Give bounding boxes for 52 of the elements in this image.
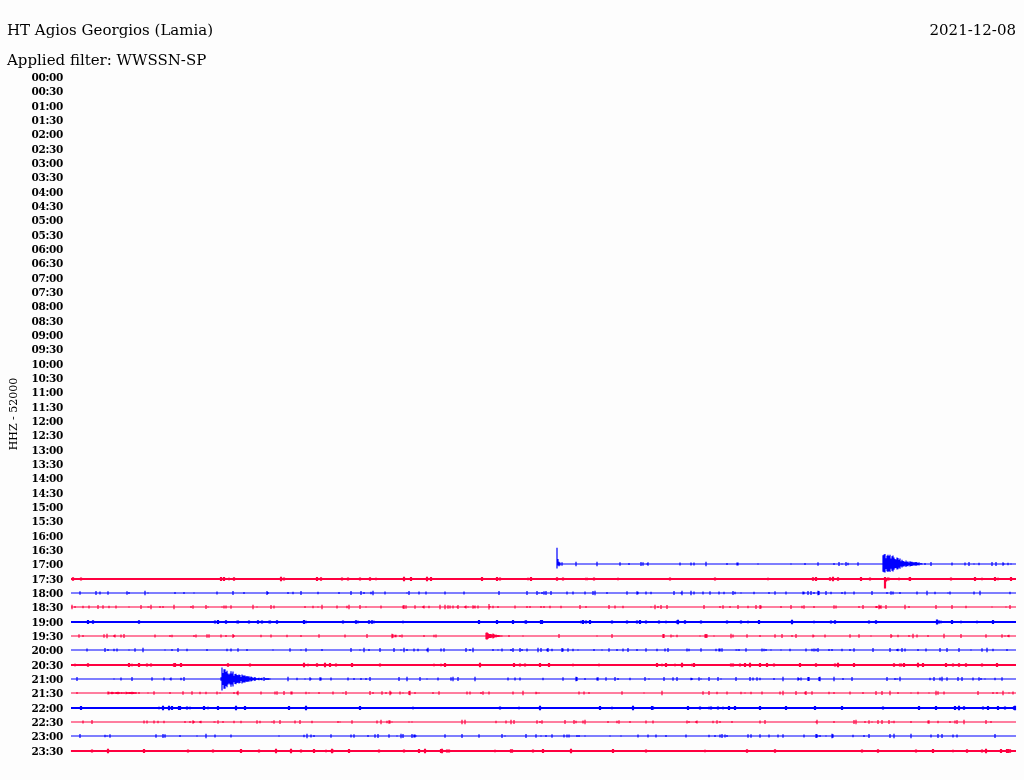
time-label: 19:30 — [30, 629, 63, 642]
time-label: 08:00 — [30, 300, 63, 313]
time-label: 05:00 — [30, 214, 63, 227]
time-label: 07:00 — [30, 271, 63, 284]
time-label: 11:00 — [30, 386, 63, 399]
time-label: 07:30 — [30, 286, 63, 299]
time-label: 03:00 — [30, 157, 63, 170]
time-label: 15:30 — [30, 515, 63, 528]
time-label: 01:30 — [30, 114, 63, 127]
time-label: 14:30 — [30, 486, 63, 499]
time-label: 06:00 — [30, 243, 63, 256]
time-label: 16:30 — [30, 544, 63, 556]
time-label: 18:30 — [30, 601, 63, 614]
time-label: 10:30 — [30, 372, 63, 385]
time-label: 02:30 — [30, 142, 63, 155]
date-label: 2021-12-08 — [929, 20, 1016, 40]
time-label: 11:30 — [30, 400, 63, 413]
time-label: 21:00 — [30, 672, 63, 685]
time-label: 09:30 — [30, 343, 63, 356]
time-label: 03:30 — [30, 171, 63, 184]
time-label: 14:00 — [30, 472, 63, 485]
time-label: 13:00 — [30, 443, 63, 456]
time-label: 17:30 — [30, 572, 63, 585]
time-label: 21:30 — [30, 687, 63, 700]
time-label: 20:30 — [30, 658, 63, 671]
time-label: 04:30 — [30, 200, 63, 213]
time-label: 18:00 — [30, 586, 63, 599]
time-label: 13:30 — [30, 458, 63, 470]
time-label: 09:00 — [30, 329, 63, 342]
time-label: 16:00 — [30, 529, 63, 542]
station-title: HT Agios Georgios (Lamia) — [7, 20, 214, 40]
time-label: 19:00 — [30, 615, 63, 628]
channel-label: HHZ - 52000 — [8, 377, 20, 451]
time-label: 15:00 — [30, 501, 63, 513]
time-label: 02:00 — [30, 128, 63, 141]
time-label: 23:30 — [30, 744, 63, 757]
time-label: 10:00 — [30, 357, 63, 370]
time-label: 20:00 — [30, 644, 63, 657]
time-label: 00:00 — [30, 71, 63, 84]
time-label: 23:00 — [30, 730, 63, 743]
time-label: 12:30 — [30, 429, 63, 442]
time-label: 08:30 — [30, 314, 63, 327]
time-label: 06:30 — [30, 257, 63, 270]
filter-label: Applied filter: WWSSN-SP — [7, 50, 208, 70]
time-label: 04:00 — [30, 185, 63, 198]
time-label: 12:00 — [30, 415, 63, 428]
time-label: 17:00 — [30, 558, 63, 571]
time-label: 05:30 — [30, 228, 63, 241]
time-label: 22:00 — [30, 701, 63, 714]
time-label: 00:30 — [30, 85, 63, 98]
time-label: 01:00 — [30, 99, 63, 112]
time-label: 22:30 — [30, 715, 63, 728]
